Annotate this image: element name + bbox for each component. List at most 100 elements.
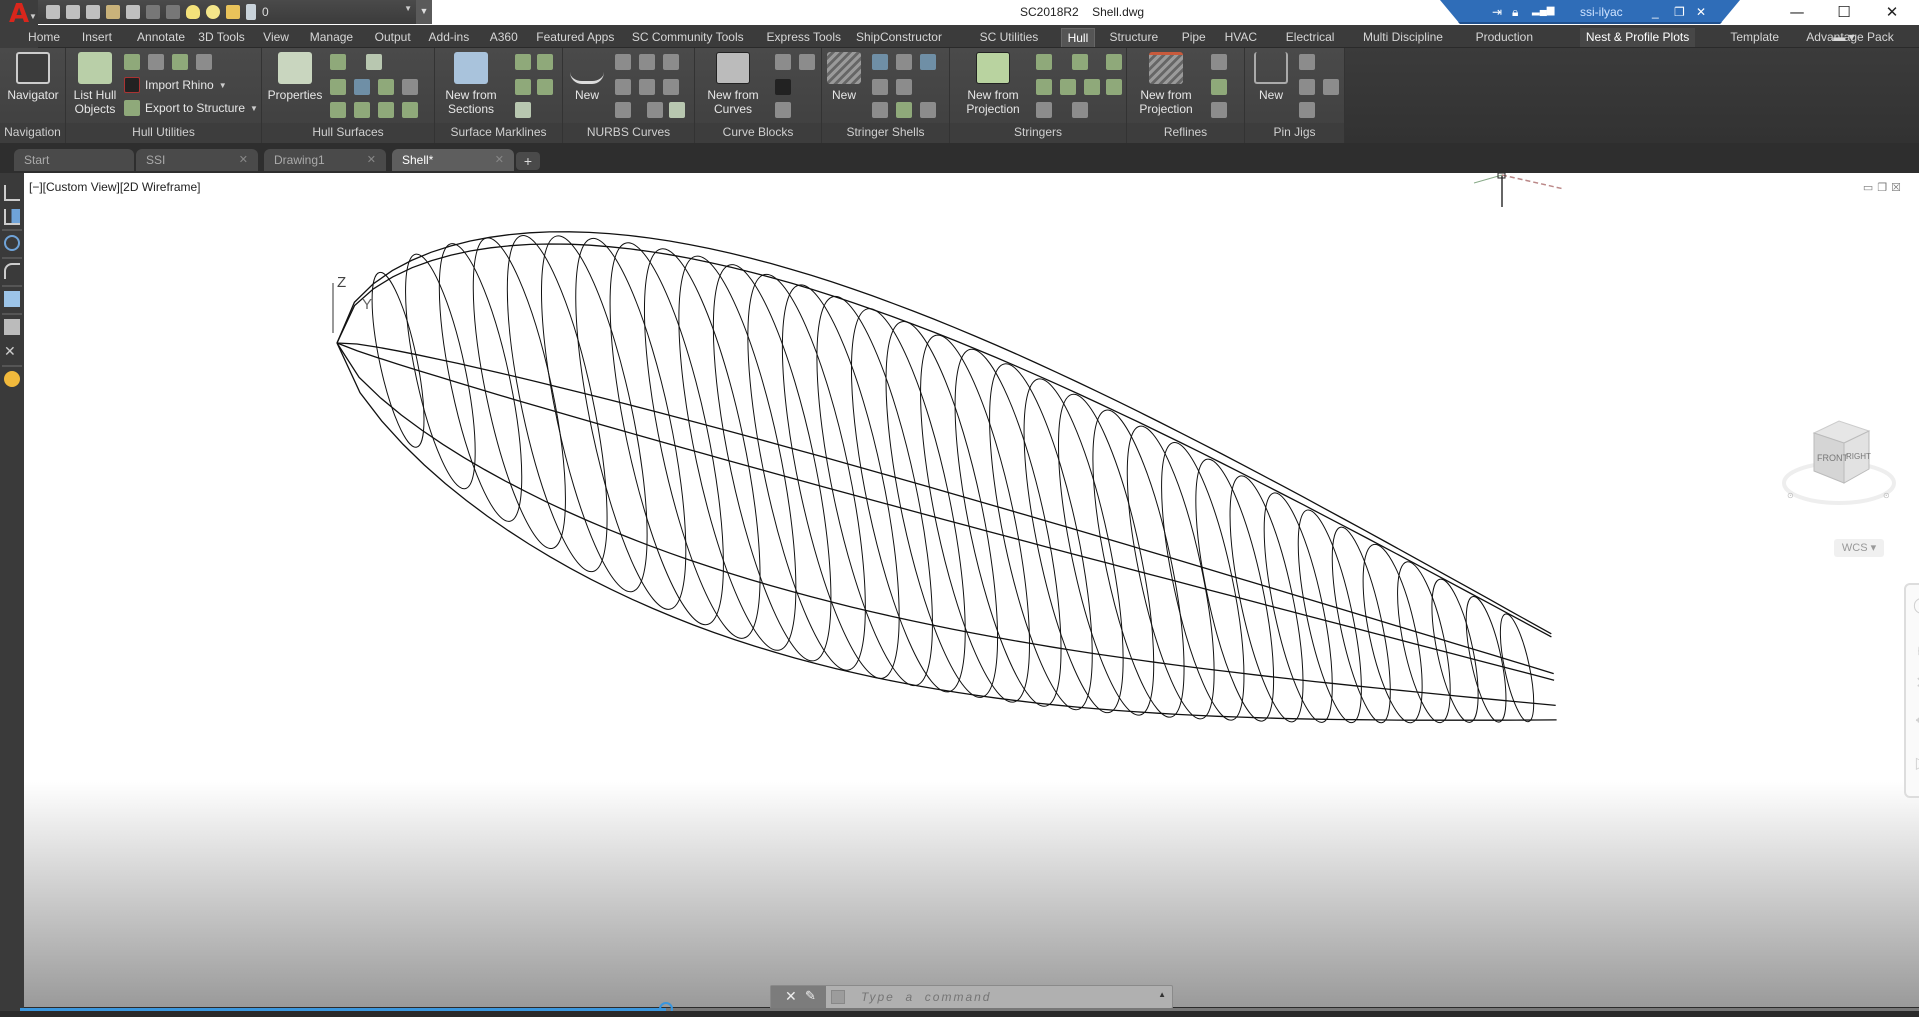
refline-tool-icon[interactable] (1211, 54, 1227, 70)
save-icon[interactable] (86, 5, 100, 19)
close-tab-icon[interactable]: ✕ (495, 153, 504, 166)
tab-multi-discipline[interactable]: Multi Discipline (1357, 28, 1449, 47)
surface-tool-icon[interactable] (330, 54, 346, 70)
orbit-icon[interactable]: ✥ (1913, 713, 1919, 731)
viewcube[interactable]: FRONT RIGHT ⊙ ⊙ (1779, 413, 1899, 523)
tab-hvac[interactable]: HVAC (1219, 28, 1263, 47)
stringer-tool-icon[interactable] (1106, 79, 1122, 95)
tab-structure[interactable]: Structure (1103, 28, 1164, 47)
surface-tool-icon[interactable] (402, 102, 418, 118)
tab-production[interactable]: Production (1470, 28, 1539, 47)
markline-tool-icon[interactable] (515, 102, 531, 118)
tab-hull[interactable]: Hull (1060, 28, 1096, 47)
markline-tool-icon[interactable] (515, 79, 531, 95)
save-as-icon[interactable] (106, 5, 120, 19)
new-from-curves-button[interactable]: New from Curves (703, 52, 763, 116)
shell-tool-icon[interactable] (872, 102, 888, 118)
hull-tool-icon[interactable] (148, 54, 164, 70)
curve-tool-icon[interactable] (647, 102, 663, 118)
curve-tool-icon[interactable] (615, 102, 631, 118)
remote-restore-icon[interactable]: ❐ (1674, 5, 1685, 19)
viewport-restore-icon[interactable]: ❐ (1877, 182, 1891, 194)
minimize-button[interactable]: — (1775, 2, 1819, 22)
viewport-controls-label[interactable]: [−][Custom View][2D Wireframe] (29, 180, 201, 194)
tab-insert[interactable]: Insert (76, 28, 118, 47)
plot-icon[interactable] (126, 5, 140, 19)
polyline-icon[interactable] (4, 263, 20, 279)
remote-session-bar[interactable]: ⇥ 🔒︎ ▂▄▆ ssi-ilyac _ ❐ ✕ (1440, 0, 1740, 24)
pin-jig-tool-icon[interactable] (1299, 79, 1315, 95)
tab-featured-apps[interactable]: Featured Apps (530, 28, 620, 47)
tab-output[interactable]: Output (369, 28, 417, 47)
stringers-new-from-projection-button[interactable]: New from Projection (958, 52, 1028, 116)
shell-tool-icon[interactable] (872, 79, 888, 95)
markline-tool-icon[interactable] (537, 54, 553, 70)
tab-a360[interactable]: A360 (484, 28, 524, 47)
minimize-ribbon-icon[interactable]: ▬ ▾ (1827, 28, 1860, 47)
viewport-minimize-icon[interactable]: ▭ (1863, 182, 1877, 194)
curve-tool-icon[interactable] (615, 54, 631, 70)
light-icon[interactable] (4, 319, 20, 335)
stringer-tool-icon[interactable] (1060, 79, 1076, 95)
customize-qat-icon[interactable]: ▼ (416, 0, 432, 24)
properties-button[interactable]: Properties (264, 52, 326, 102)
pin-jig-tool-icon[interactable] (1299, 102, 1315, 118)
pan-icon[interactable]: ✋︎ (1913, 643, 1919, 661)
tab-view[interactable]: View (257, 28, 295, 47)
file-tab-drawing1[interactable]: Drawing1 ✕ (264, 149, 386, 171)
shell-tool-icon[interactable] (920, 102, 936, 118)
open-icon[interactable] (66, 5, 80, 19)
shell-tool-icon[interactable] (920, 54, 936, 70)
viewport-close-icon[interactable]: ☒ (1891, 182, 1905, 194)
stringer-tool-icon[interactable] (1036, 102, 1052, 118)
surface-tool-icon[interactable] (354, 102, 370, 118)
pin-jig-tool-icon[interactable] (1299, 54, 1315, 70)
tab-template[interactable]: Template (1724, 28, 1785, 47)
command-line-grip[interactable] (771, 986, 826, 1008)
shell-tool-icon[interactable] (872, 54, 888, 70)
stringer-tool-icon[interactable] (1106, 54, 1122, 70)
curve-block-tool-icon[interactable] (799, 54, 815, 70)
render-icon[interactable] (4, 371, 20, 387)
tab-3d-tools[interactable]: 3D Tools (192, 28, 250, 47)
surface-tool-icon[interactable] (330, 102, 346, 118)
close-tab-icon[interactable]: ✕ (239, 153, 248, 166)
stringer-tool-icon[interactable] (1084, 79, 1100, 95)
import-rhino-button[interactable]: Import Rhino ▼ (124, 77, 227, 93)
surface-tool-icon[interactable] (378, 79, 394, 95)
curve-tool-icon[interactable] (663, 54, 679, 70)
export-to-structure-button[interactable]: Export to Structure ▼ (124, 100, 258, 116)
surface-tool-icon[interactable] (402, 79, 418, 95)
command-prompt-icon[interactable] (831, 990, 845, 1004)
tab-pipe[interactable]: Pipe (1176, 28, 1212, 47)
curve-tool-icon[interactable] (615, 79, 631, 95)
undo-icon[interactable] (146, 5, 160, 19)
maximize-button[interactable]: ☐ (1822, 2, 1866, 22)
command-history-icon[interactable]: ▲ (1158, 990, 1166, 999)
remote-minimize-icon[interactable]: _ (1652, 5, 1659, 19)
tab-electrical[interactable]: Electrical (1280, 28, 1341, 47)
file-tab-shell[interactable]: Shell* ✕ (392, 149, 514, 171)
curve-tool-icon[interactable] (639, 79, 655, 95)
snap-icon[interactable]: ✕ (4, 343, 20, 359)
refline-tool-icon[interactable] (1211, 102, 1227, 118)
list-hull-objects-button[interactable]: List Hull Objects (68, 52, 122, 116)
curve-block-tool-icon[interactable] (775, 102, 791, 118)
command-input[interactable] (861, 988, 1141, 1006)
tab-home[interactable]: Home (22, 28, 66, 47)
new-from-sections-button[interactable]: New from Sections (439, 52, 503, 116)
layer-dropdown-value[interactable]: 0 (262, 5, 269, 19)
tab-add-ins[interactable]: Add-ins (423, 28, 476, 47)
tab-manage[interactable]: Manage (304, 28, 359, 47)
new-pin-jig-button[interactable]: New (1251, 52, 1291, 102)
surface-tool-icon[interactable] (354, 79, 370, 95)
refline-tool-icon[interactable] (1211, 79, 1227, 95)
curve-tool-icon[interactable] (639, 54, 655, 70)
stringer-tool-icon[interactable] (1036, 79, 1052, 95)
file-tab-ssi[interactable]: SSI ✕ (136, 149, 258, 171)
tab-annotate[interactable]: Annotate (131, 28, 191, 47)
surface-tool-icon[interactable] (330, 79, 346, 95)
chevron-down-icon[interactable]: ▼ (404, 4, 412, 13)
new-icon[interactable] (46, 5, 60, 19)
showmotion-icon[interactable]: ▷ (1913, 755, 1919, 773)
